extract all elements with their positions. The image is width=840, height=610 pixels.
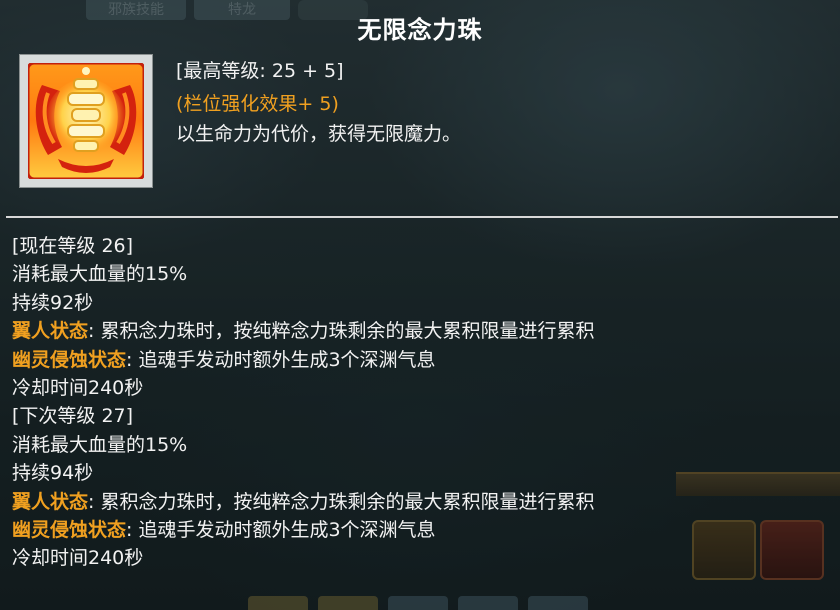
slot-bonus-text: (栏位强化效果+ 5) — [176, 93, 339, 115]
current-cooldown: 冷却时间240秒 — [12, 376, 144, 399]
ghost-state-text: : 追魂手发动时额外生成3个深渊气息 — [126, 518, 436, 541]
level-details: [现在等级 26] 消耗最大血量的15% 持续92秒 翼人状态: 累积念力珠时，… — [12, 232, 832, 573]
current-ghost-state-line: 幽灵侵蚀状态: 追魂手发动时额外生成3个深渊气息 — [12, 346, 832, 374]
current-level-header: [现在等级 26] — [12, 235, 134, 257]
max-level-text: [最高等级: 25 + 5] — [176, 60, 344, 82]
game-screen: 邪族技能 特龙 无限念力珠 [最高等级: 25 + 5] (栏位强化效果+ 5)… — [0, 0, 840, 610]
current-hp-cost: 消耗最大血量的15% — [12, 263, 188, 286]
wing-state-text: : 累积念力珠时，按纯粹念力珠剩余的最大累积限量进行累积 — [88, 490, 595, 513]
next-wing-state-line: 翼人状态: 累积念力珠时，按纯粹念力珠剩余的最大累积限量进行累积 — [12, 488, 832, 516]
next-level-header: [下次等级 27] — [12, 405, 134, 428]
next-duration: 持续94秒 — [12, 462, 94, 485]
wing-state-tag: 翼人状态 — [12, 490, 89, 513]
ghost-state-tag: 幽灵侵蚀状态 — [12, 518, 127, 541]
divider — [6, 216, 838, 218]
next-ghost-state-line: 幽灵侵蚀状态: 追魂手发动时额外生成3个深渊气息 — [12, 516, 832, 544]
golden-bead-wings-icon — [26, 61, 146, 181]
skill-title: 无限念力珠 — [357, 16, 483, 44]
ghost-state-tag: 幽灵侵蚀状态 — [12, 348, 127, 371]
current-wing-state-line: 翼人状态: 累积念力珠时，按纯粹念力珠剩余的最大累积限量进行累积 — [12, 317, 832, 345]
current-duration: 持续92秒 — [12, 291, 94, 314]
next-hp-cost: 消耗最大血量的15% — [12, 433, 188, 456]
skill-description: 以生命力为代价，获得无限魔力。 — [176, 123, 462, 145]
skill-icon-frame — [19, 54, 153, 188]
ghost-state-text: : 追魂手发动时额外生成3个深渊气息 — [126, 348, 436, 371]
next-cooldown: 冷却时间240秒 — [12, 547, 144, 570]
wing-state-text: : 累积念力珠时，按纯粹念力珠剩余的最大累积限量进行累积 — [88, 320, 595, 343]
wing-state-tag: 翼人状态 — [12, 320, 89, 343]
